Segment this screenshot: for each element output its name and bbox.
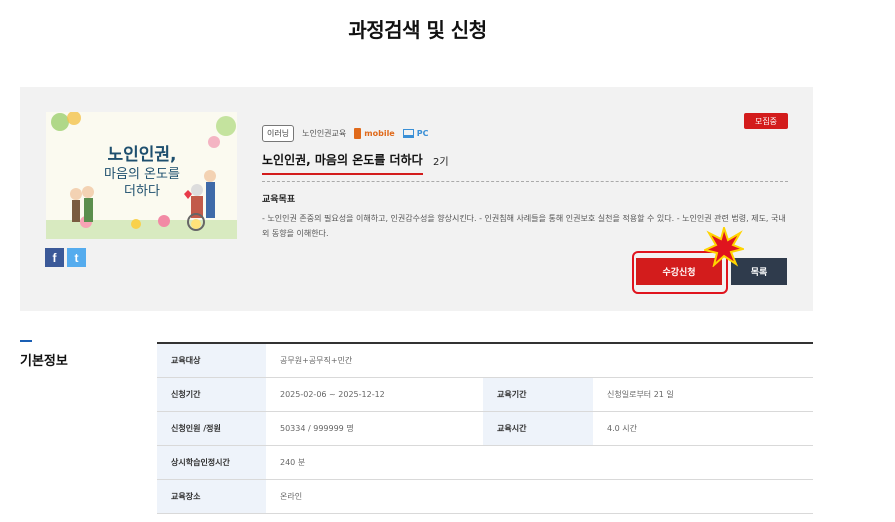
info-value: 온라인 <box>266 479 813 514</box>
course-title: 노인인권, 마음의 온도를 더하다 <box>262 151 423 175</box>
info-label: 교육대상 <box>157 343 266 378</box>
thumbnail-text-2: 마음의 온도를 <box>104 167 180 182</box>
table-row: 신청기간 2025-02-06 ~ 2025-12-12 교육기간 신청일로부터… <box>157 377 813 412</box>
info-value: 4.0 시간 <box>593 411 813 446</box>
goal-label: 교육목표 <box>262 195 296 205</box>
info-label: 신청인원 /정원 <box>157 411 266 446</box>
thumbnail-illustration: 노인인권, 마음의 온도를 더하다 <box>46 112 237 239</box>
twitter-icon[interactable]: t <box>67 248 86 267</box>
info-value: 공무원+공무직+민간 <box>266 343 813 378</box>
pc-icon <box>402 129 414 138</box>
table-row: 상시학습인정시간 240 분 <box>157 445 813 480</box>
page-title: 과정검색 및 신청 <box>348 18 487 42</box>
info-label: 교육장소 <box>157 479 266 514</box>
info-value: 240 분 <box>266 445 813 480</box>
status-badge: 모집중 <box>744 113 788 129</box>
table-row: 교육대상 공무원+공무직+민간 <box>157 343 813 378</box>
mobile-device-tag: mobile <box>354 128 395 139</box>
section-title-basic-info: 기본정보 <box>20 354 68 369</box>
info-value: 신청일로부터 21 일 <box>593 377 813 412</box>
divider <box>262 181 788 182</box>
mobile-icon <box>354 128 362 139</box>
facebook-icon[interactable]: f <box>45 248 64 267</box>
info-label: 상시학습인정시간 <box>157 445 266 480</box>
course-card: 노인인권, 마음의 온도를 더하다 f t 이러닝 노인인권교육 mobile … <box>20 87 813 311</box>
course-generation: 2기 <box>433 157 449 168</box>
category-label: 노인인권교육 <box>302 129 347 138</box>
info-label: 교육기간 <box>483 377 593 412</box>
table-row: 신청인원 /정원 50334 / 999999 명 교육시간 4.0 시간 <box>157 411 813 446</box>
mobile-label: mobile <box>364 129 395 138</box>
table-row: 교육장소 온라인 <box>157 479 813 514</box>
click-burst-icon <box>704 227 744 267</box>
section-marker <box>20 340 32 342</box>
pc-label: PC <box>416 129 429 138</box>
info-label: 교육시간 <box>483 411 593 446</box>
pc-device-tag: PC <box>402 129 429 138</box>
course-tags: 이러닝 노인인권교육 mobile PC <box>262 125 428 142</box>
thumbnail-text-1: 노인인권, <box>107 145 176 165</box>
level-tag: 이러닝 <box>262 125 295 142</box>
info-value: 50334 / 999999 명 <box>266 411 483 446</box>
basic-info-table: 교육대상 공무원+공무직+민간 신청기간 2025-02-06 ~ 2025-1… <box>157 342 813 514</box>
thumbnail-text-3: 더하다 <box>124 184 160 199</box>
info-value: 2025-02-06 ~ 2025-12-12 <box>266 377 483 412</box>
info-label: 신청기간 <box>157 377 266 412</box>
share-buttons: f t <box>45 248 86 267</box>
course-thumbnail[interactable]: 노인인권, 마음의 온도를 더하다 <box>46 112 237 239</box>
